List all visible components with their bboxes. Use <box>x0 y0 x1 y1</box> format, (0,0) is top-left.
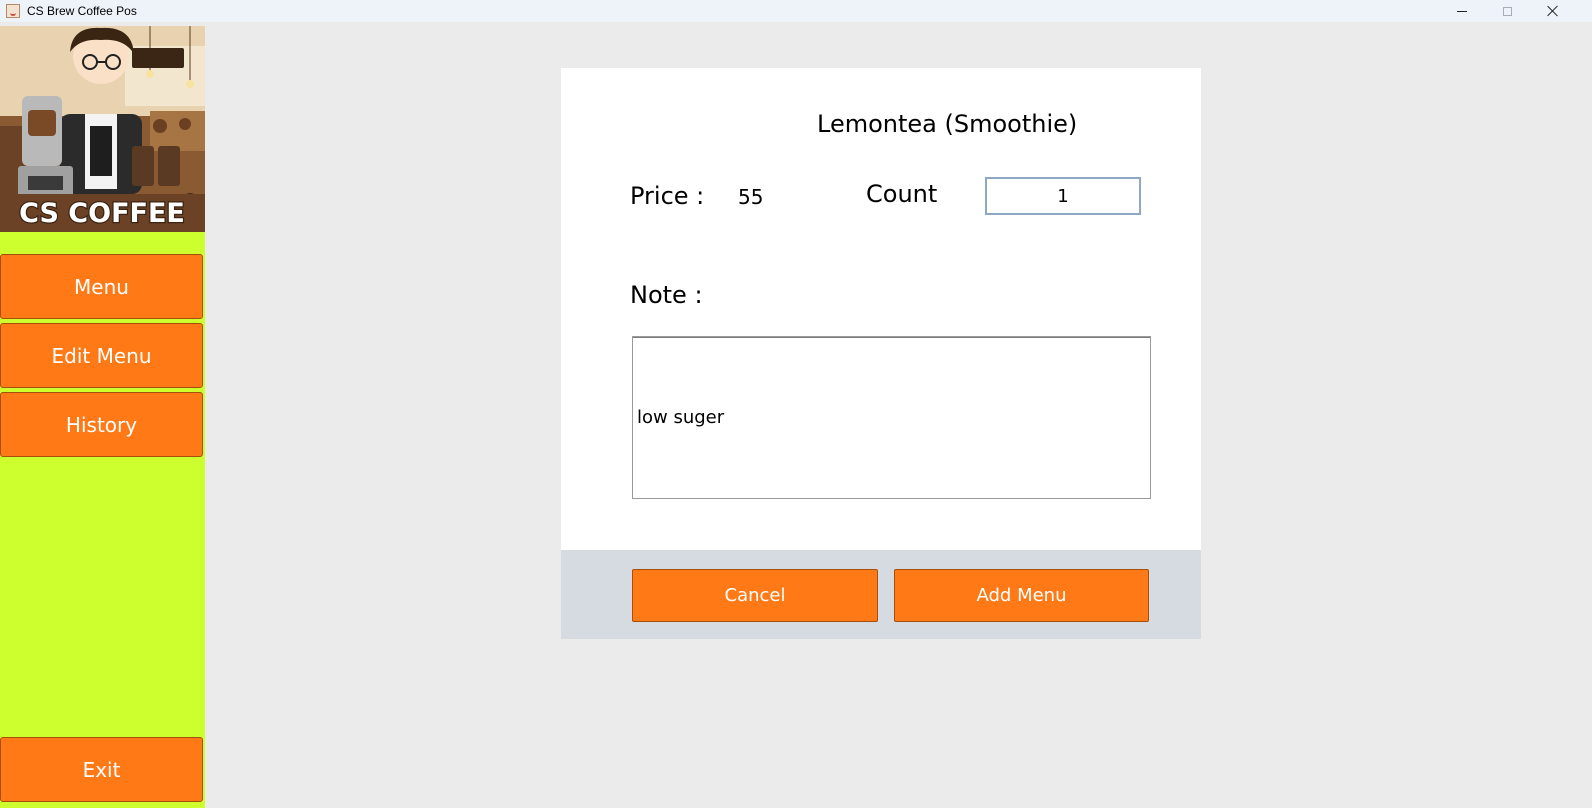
price-value: 55 <box>738 185 764 209</box>
logo-text: CS COFFEE <box>19 198 185 229</box>
minimize-icon <box>1457 10 1467 12</box>
price-label: Price : <box>630 182 705 210</box>
add-item-dialog: Lemontea (Smoothie) Price : 55 Count Not… <box>561 68 1201 639</box>
dialog-footer: Cancel Add Menu <box>561 550 1201 639</box>
count-input[interactable] <box>985 177 1141 215</box>
maximize-icon <box>1502 6 1512 16</box>
cancel-button[interactable]: Cancel <box>632 569 878 622</box>
sidebar-item-menu[interactable]: Menu <box>0 254 203 319</box>
add-menu-button[interactable]: Add Menu <box>894 569 1149 622</box>
sidebar-item-history[interactable]: History <box>0 392 203 457</box>
sidebar: CS COFFEE Menu Edit Menu History Exit <box>0 26 205 808</box>
exit-button[interactable]: Exit <box>0 737 203 802</box>
item-name-title: Lemontea (Smoothie) <box>817 110 1078 138</box>
java-app-icon <box>6 4 20 18</box>
maximize-button[interactable] <box>1484 0 1530 22</box>
close-window-button[interactable] <box>1530 0 1576 22</box>
sidebar-item-edit-menu[interactable]: Edit Menu <box>0 323 203 388</box>
minimize-button[interactable] <box>1439 0 1485 22</box>
close-icon <box>1547 5 1559 17</box>
count-label: Count <box>866 180 938 208</box>
cs-coffee-logo: CS COFFEE <box>0 26 205 232</box>
note-text: low suger <box>637 407 725 428</box>
window-titlebar: CS Brew Coffee Pos <box>0 0 1592 22</box>
note-textarea[interactable]: low suger <box>632 336 1151 499</box>
window-title: CS Brew Coffee Pos <box>27 4 137 18</box>
note-label: Note : <box>630 281 703 309</box>
